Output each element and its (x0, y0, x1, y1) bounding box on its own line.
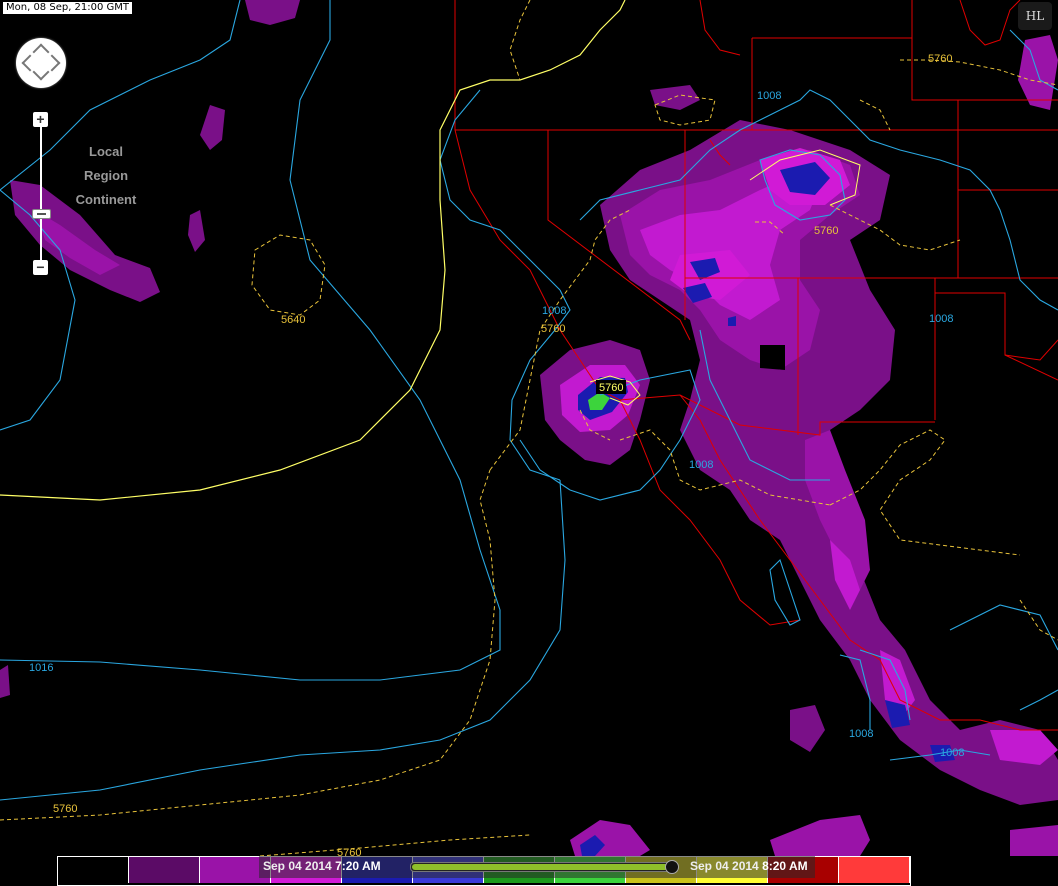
map-timestamp: Mon, 08 Sep, 21:00 GMT (3, 2, 133, 14)
contour-label: 5760 (53, 803, 77, 815)
contour-label: 1008 (542, 305, 566, 317)
contour-label: 1016 (29, 662, 53, 674)
zoom-level-region[interactable]: Region (70, 168, 142, 183)
contour-label: 1008 (849, 728, 873, 740)
time-start-time: 7:20 AM (335, 859, 381, 873)
logo-icon[interactable]: HL (1018, 2, 1052, 30)
zoom-in-button[interactable]: + (33, 112, 48, 127)
time-end-time: 8:20 AM (762, 859, 808, 873)
legend-swatch (129, 857, 200, 883)
legend-swatch (839, 857, 910, 883)
contour-label: 5760 (814, 225, 838, 237)
contour-label: 5760 (599, 382, 623, 394)
time-end-date: Sep 04 2014 (690, 859, 759, 873)
legend-swatch (58, 857, 129, 883)
time-start-date: Sep 04 2014 (263, 859, 332, 873)
contour-label: 1008 (757, 90, 781, 102)
contour-label: 5640 (281, 314, 305, 326)
zoom-level-local[interactable]: Local (70, 144, 142, 159)
contour-label: 1008 (940, 747, 964, 759)
zoom-out-button[interactable]: − (33, 260, 48, 275)
zoom-level-continent[interactable]: Continent (70, 192, 142, 207)
zoom-slider-handle[interactable] (32, 209, 51, 219)
time-slider[interactable] (410, 860, 679, 874)
contour-label: 1008 (689, 459, 713, 471)
weather-map[interactable]: 5760 1008 5760 5640 1008 5760 5760 1008 … (0, 0, 1058, 886)
contour-label: 5760 (541, 323, 565, 335)
time-start: Sep 04 2014 7:20 AM (263, 859, 381, 873)
contour-label: 1008 (929, 313, 953, 325)
zoom-slider-track[interactable] (40, 127, 42, 267)
time-slider-knob[interactable] (665, 860, 679, 874)
time-end: Sep 04 2014 8:20 AM (690, 859, 808, 873)
pan-control[interactable] (16, 38, 66, 88)
contour-label: 5760 (928, 53, 952, 65)
time-slider-fill (412, 864, 669, 870)
